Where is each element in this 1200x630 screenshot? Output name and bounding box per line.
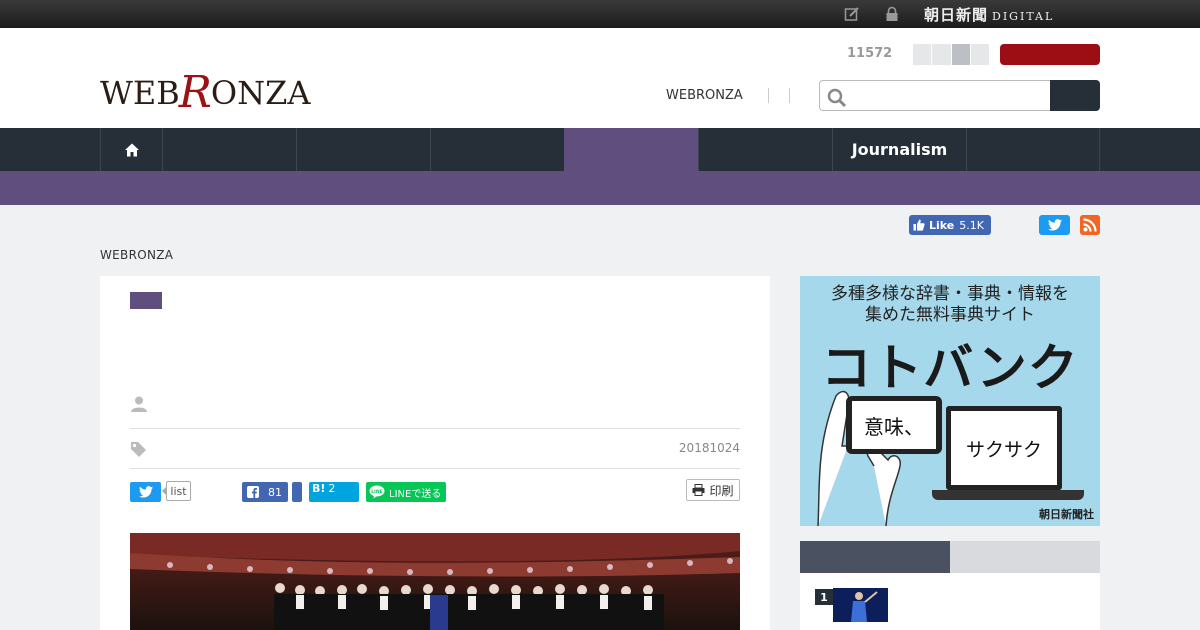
nav-item[interactable] [698, 128, 832, 171]
ranking-tabs [800, 541, 1100, 573]
nav-spacer [1099, 128, 1200, 171]
nav-item-journalism[interactable]: Journalism [832, 128, 966, 171]
twitter-share-button[interactable] [130, 482, 161, 502]
author-icon [131, 396, 147, 412]
font-size-small[interactable] [913, 44, 932, 65]
hatena-count: 2 [328, 482, 336, 495]
twitter-icon [1047, 219, 1062, 231]
ad-maker: 朝日新聞社 [1039, 508, 1094, 521]
divider [130, 428, 740, 429]
asahi-digital-logo[interactable]: 朝日新聞 DIGITAL [924, 4, 1054, 25]
member-count: 11572 [847, 46, 893, 61]
nav-item[interactable] [430, 128, 564, 171]
font-size-xlarge[interactable] [970, 44, 989, 65]
kotobank-ad[interactable]: 多種多様な辞書・事典・情報を 集めた無料事典サイト コトバンク 意味、 サクサク… [800, 276, 1100, 526]
facebook-share-button[interactable]: 81 [242, 482, 288, 502]
ranking-list: 1 [800, 573, 1100, 630]
divider [768, 88, 769, 103]
print-button[interactable]: 印刷 [686, 479, 740, 501]
line-share-button[interactable]: LINE LINEで送る [366, 482, 446, 502]
nav-item[interactable] [162, 128, 296, 171]
subscribe-button[interactable] [1000, 44, 1100, 65]
like-count: 5.1K [959, 218, 984, 232]
nobel-ceremony-image [130, 533, 740, 630]
ad-laptop-base [932, 490, 1084, 500]
sub-nav [0, 171, 1200, 205]
search-input[interactable] [819, 80, 1050, 111]
svg-text:LINE: LINE [371, 489, 382, 495]
print-label: 印刷 [709, 483, 734, 498]
facebook-icon [247, 486, 259, 498]
ad-phone: 意味、 [846, 396, 942, 454]
ranking-tab[interactable] [950, 541, 1100, 573]
ranking-thumbnail-image [833, 588, 888, 622]
divider [789, 88, 790, 103]
hatena-icon: B! [312, 482, 326, 495]
breadcrumb[interactable]: WEBRONZA [100, 248, 173, 262]
twitter-follow-button[interactable] [1039, 215, 1070, 235]
top-bar: 朝日新聞 DIGITAL [0, 0, 1200, 28]
nav-item[interactable] [296, 128, 430, 171]
divider [130, 468, 740, 469]
site-header: WEB R ONZA 11572 WEBRONZA [0, 28, 1200, 128]
line-share-label: LINEで送る [389, 488, 442, 500]
article-card: 20181024 list 81 B! 2 LINE LINEで送る 印刷 [100, 276, 770, 630]
ranking-thumbnail[interactable] [833, 588, 888, 622]
nav-item-active[interactable] [564, 128, 698, 171]
lock-icon[interactable] [884, 6, 900, 22]
article-date: 20181024 [678, 441, 740, 455]
facebook-extra-button[interactable] [292, 482, 302, 502]
category-label[interactable] [130, 292, 162, 309]
facebook-like-button[interactable]: Like 5.1K [909, 215, 991, 235]
like-label: Like [929, 218, 955, 232]
printer-icon [692, 484, 705, 496]
search-button[interactable] [1050, 80, 1100, 111]
ranking-tab-active[interactable] [800, 541, 950, 573]
edit-icon[interactable] [844, 6, 860, 22]
rss-icon[interactable] [1080, 215, 1100, 235]
nav-home[interactable] [100, 128, 162, 171]
rank-number: 1 [815, 589, 833, 605]
twitter-list-count[interactable]: list [162, 481, 191, 501]
hatena-bookmark-button[interactable]: B! 2 [309, 482, 359, 502]
font-size-large[interactable] [951, 44, 970, 65]
home-icon [124, 143, 139, 156]
twitter-icon [138, 486, 153, 498]
facebook-share-count: 81 [268, 485, 282, 499]
nav-item[interactable] [966, 128, 1100, 171]
font-size-switcher[interactable] [913, 44, 990, 65]
header-link-webronza[interactable]: WEBRONZA [666, 88, 743, 103]
thumbs-up-icon [913, 219, 925, 231]
font-size-medium[interactable] [932, 44, 951, 65]
search-icon [827, 88, 847, 108]
line-icon: LINE [369, 485, 385, 499]
article-photo [130, 533, 740, 630]
ad-laptop: サクサク [946, 406, 1062, 490]
main-nav: Journalism [0, 128, 1200, 171]
webronza-logo[interactable]: WEB R ONZA [100, 66, 310, 115]
ad-tagline: 多種多様な辞書・事典・情報を 集めた無料事典サイト [831, 284, 1069, 325]
tag-icon [131, 442, 146, 457]
